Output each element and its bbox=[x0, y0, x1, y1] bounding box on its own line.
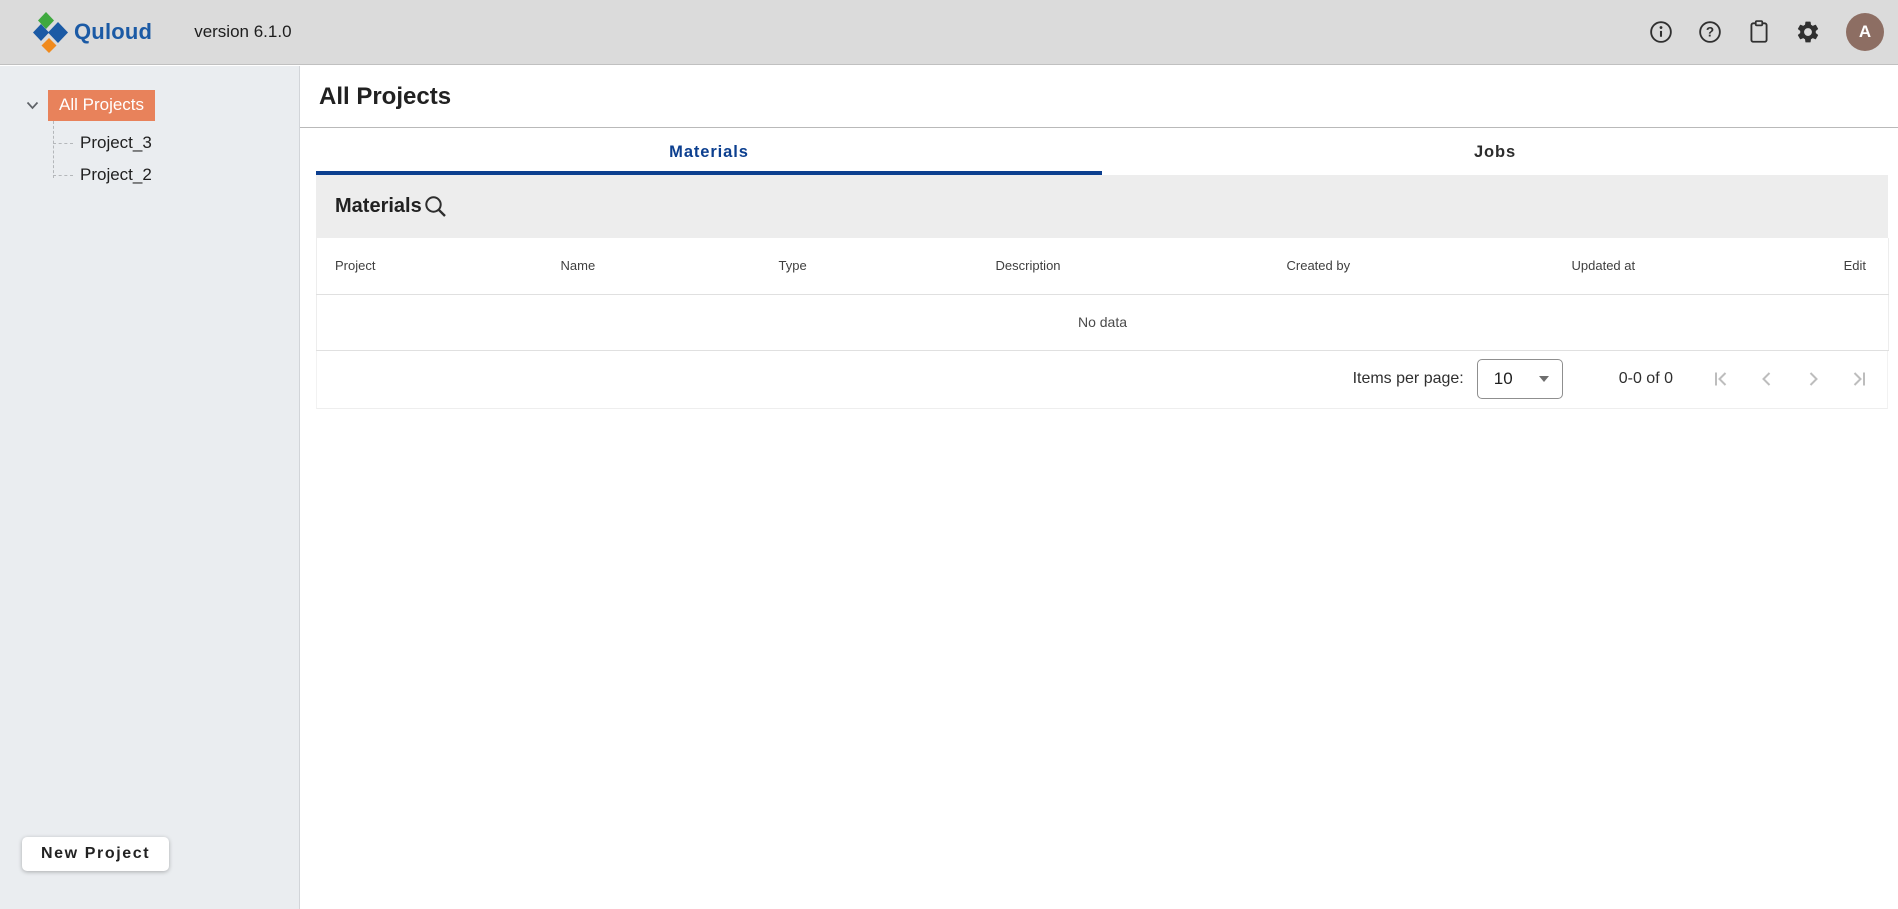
caret-down-icon bbox=[1538, 376, 1549, 382]
topbar: Quloud version 6.1.0 ? A bbox=[0, 0, 1898, 65]
tree-child-label: Project_2 bbox=[80, 165, 152, 184]
sidebar-item-project-3[interactable]: Project_3 bbox=[0, 127, 299, 159]
tree-root-label[interactable]: All Projects bbox=[48, 90, 156, 121]
app-logo: Quloud bbox=[32, 11, 152, 53]
clipboard-icon[interactable] bbox=[1746, 19, 1772, 45]
sidebar: All Projects Project_3 Project_2 New Pro… bbox=[0, 66, 300, 909]
info-icon[interactable] bbox=[1648, 19, 1674, 45]
topbar-actions: ? A bbox=[1648, 13, 1884, 51]
sidebar-item-project-2[interactable]: Project_2 bbox=[0, 159, 299, 191]
project-tree: All Projects Project_3 Project_2 bbox=[0, 66, 299, 191]
brand-name: Quloud bbox=[74, 19, 153, 44]
items-per-page-label: Items per page: bbox=[1352, 370, 1464, 387]
tab-jobs[interactable]: Jobs bbox=[1102, 128, 1888, 175]
column-header-edit: Edit bbox=[1834, 238, 1889, 295]
column-header-name: Name bbox=[560, 238, 779, 295]
column-header-type: Type bbox=[778, 238, 996, 295]
column-header-created-by: Created by bbox=[1286, 238, 1572, 295]
empty-row: No data bbox=[316, 294, 1889, 351]
help-icon[interactable]: ? bbox=[1697, 19, 1723, 45]
tree-children: Project_3 Project_2 bbox=[0, 121, 299, 191]
version-label: version 6.1.0 bbox=[194, 22, 292, 41]
column-header-updated-at: Updated at bbox=[1571, 238, 1835, 295]
page-title: All Projects bbox=[319, 82, 452, 110]
last-page-icon[interactable] bbox=[1847, 367, 1871, 391]
logo-diamonds-icon bbox=[32, 11, 70, 53]
first-page-icon[interactable] bbox=[1709, 367, 1733, 391]
previous-page-icon[interactable] bbox=[1755, 367, 1779, 391]
no-data-message: No data bbox=[316, 294, 1889, 351]
page-title-row: All Projects bbox=[300, 66, 1898, 128]
materials-panel-title: Materials bbox=[335, 195, 422, 217]
tab-bar: Materials Jobs bbox=[316, 128, 1888, 175]
search-icon[interactable] bbox=[422, 193, 449, 220]
materials-panel: Materials Project Name Type Description … bbox=[316, 175, 1889, 409]
chevron-down-icon[interactable] bbox=[26, 101, 39, 110]
tree-child-label: Project_3 bbox=[80, 133, 152, 152]
table-header-row: Project Name Type Description Created by… bbox=[316, 238, 1889, 295]
items-per-page-value: 10 bbox=[1493, 369, 1513, 388]
user-avatar[interactable]: A bbox=[1846, 13, 1884, 51]
new-project-button[interactable]: New Project bbox=[22, 837, 170, 871]
column-header-description: Description bbox=[995, 238, 1287, 295]
pager-controls bbox=[1709, 367, 1871, 391]
settings-gear-icon[interactable] bbox=[1795, 19, 1821, 45]
materials-panel-header: Materials bbox=[316, 175, 1888, 238]
paginator: Items per page: 10 0-0 of 0 bbox=[316, 350, 1888, 409]
main-content: All Projects Materials Jobs Materials Pr… bbox=[300, 66, 1898, 909]
tree-root-all-projects[interactable]: All Projects bbox=[0, 90, 299, 121]
column-header-project: Project bbox=[316, 238, 561, 295]
tab-materials[interactable]: Materials bbox=[316, 128, 1102, 175]
items-per-page-select[interactable]: 10 bbox=[1476, 359, 1563, 399]
next-page-icon[interactable] bbox=[1801, 367, 1825, 391]
svg-text:?: ? bbox=[1706, 25, 1714, 40]
materials-table: Project Name Type Description Created by… bbox=[316, 238, 1889, 351]
page-range-label: 0-0 of 0 bbox=[1618, 370, 1673, 387]
